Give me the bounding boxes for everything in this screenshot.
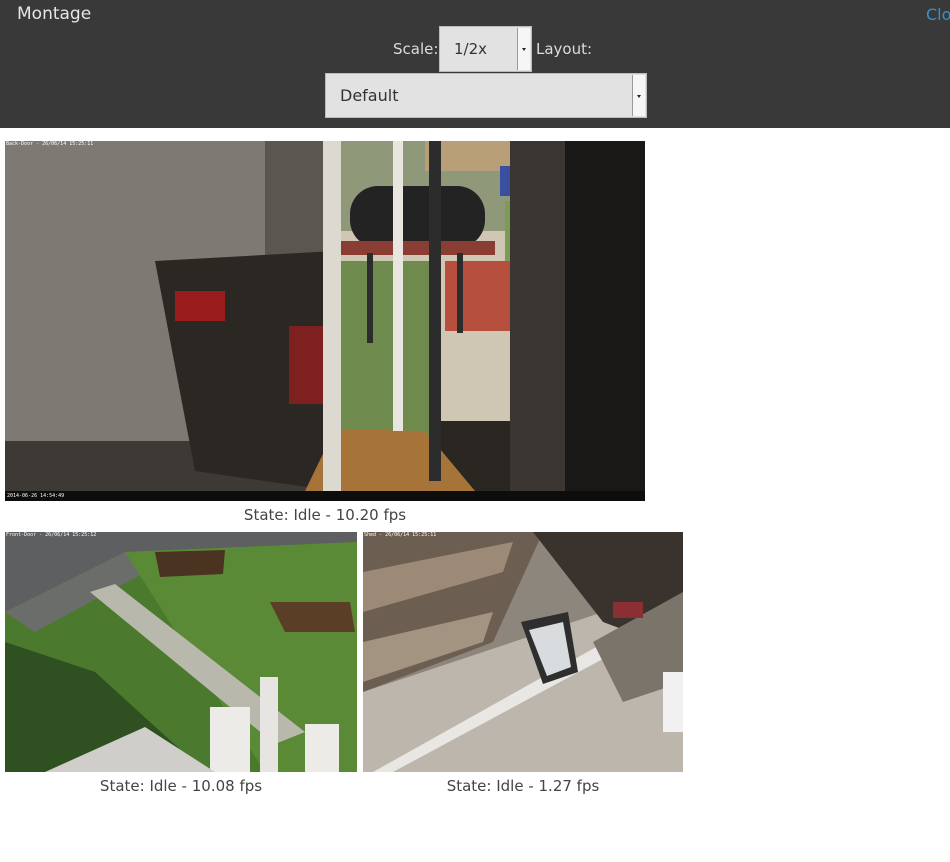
layout-label: Layout: bbox=[536, 40, 593, 58]
monitor-feed-shed[interactable]: Shed - 26/06/14 15:25:11 bbox=[363, 532, 683, 772]
front-door-camera-image bbox=[5, 532, 357, 772]
layout-select-value: Default bbox=[340, 86, 399, 105]
front-door-osd-top: Front-Door - 26/06/14 15:25:12 bbox=[6, 532, 97, 538]
shed-status: State: Idle - 1.27 fps bbox=[446, 777, 600, 795]
front-door-status: State: Idle - 10.08 fps bbox=[99, 777, 263, 795]
shed-camera-image bbox=[363, 532, 683, 772]
monitor-feed-back-door[interactable]: Back-Door - 26/06/14 15:25:11 2014-06-26… bbox=[5, 141, 645, 501]
shed-osd-top: Shed - 26/06/14 15:25:11 bbox=[364, 532, 437, 538]
back-door-status: State: Idle - 10.20 fps bbox=[243, 506, 407, 524]
monitor-feed-front-door[interactable]: Front-Door - 26/06/14 15:25:12 bbox=[5, 532, 357, 772]
layout-select-chevron-down-icon bbox=[632, 75, 645, 116]
layout-select[interactable]: Default bbox=[325, 73, 647, 118]
scale-select[interactable]: 1/2x bbox=[439, 26, 532, 72]
back-door-camera-image bbox=[5, 141, 645, 501]
scale-select-chevron-down-icon bbox=[517, 28, 530, 70]
back-door-osd-top: Back-Door - 26/06/14 15:25:11 bbox=[6, 141, 94, 147]
scale-label: Scale: bbox=[393, 40, 439, 58]
montage-header: Montage Clo Scale: 1/2x Layout: Default bbox=[0, 0, 950, 128]
close-link[interactable]: Clo bbox=[926, 5, 950, 24]
scale-select-value: 1/2x bbox=[454, 40, 488, 58]
back-door-osd-bottom: 2014-06-26 14:54:49 bbox=[7, 493, 65, 499]
page-title: Montage bbox=[17, 4, 92, 24]
